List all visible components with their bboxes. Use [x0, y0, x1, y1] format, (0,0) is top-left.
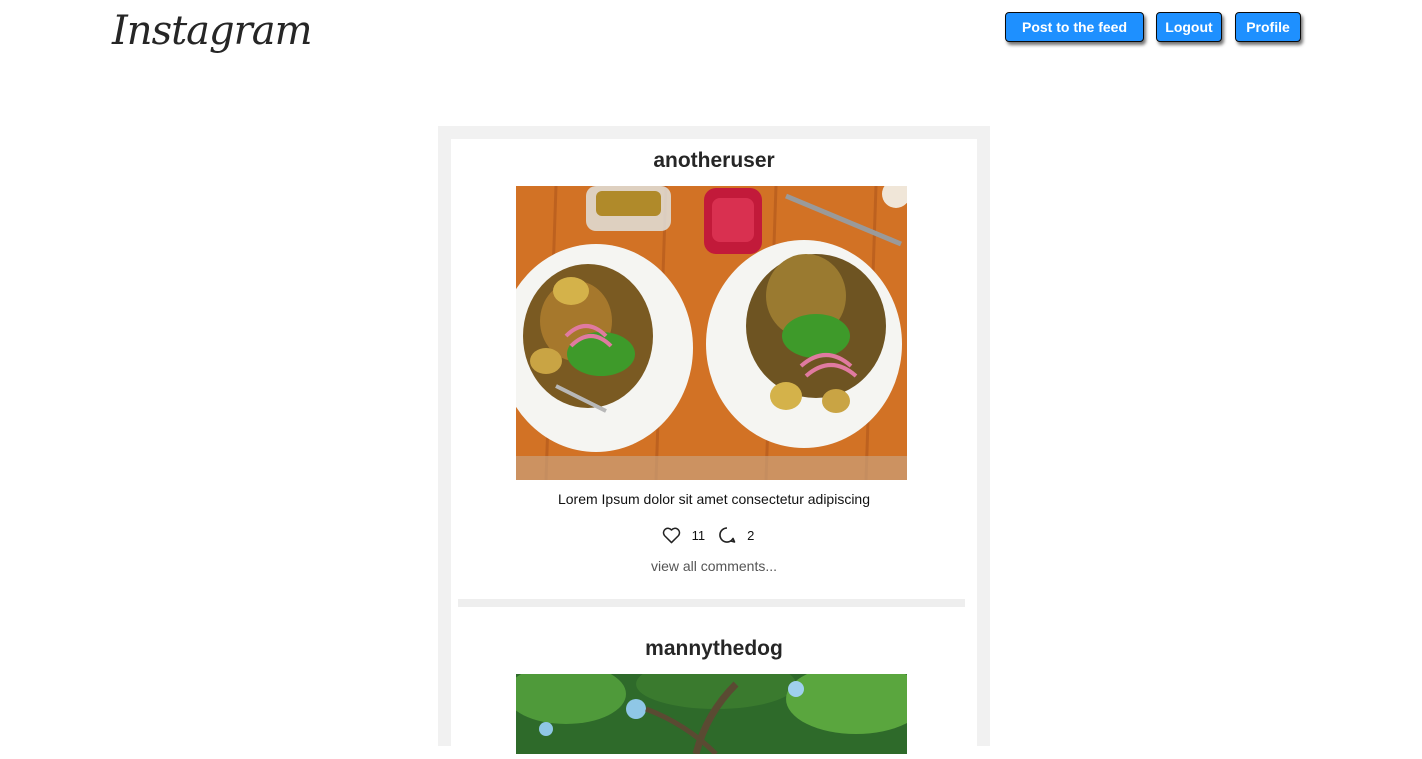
comment-count: 2: [747, 527, 755, 543]
post-stats: 11 2: [451, 525, 977, 545]
feed-list: anotheruser Lorem Ipsum dolor sit amet c…: [451, 139, 977, 759]
post-divider: [458, 599, 965, 607]
post-username[interactable]: anotheruser: [451, 149, 977, 173]
post-to-feed-button[interactable]: Post to the feed: [1005, 12, 1144, 42]
view-all-comments-link[interactable]: view all comments...: [451, 558, 977, 574]
top-header: Instagram Post to the feed Logout Profil…: [0, 0, 1422, 80]
heart-icon[interactable]: [662, 525, 682, 545]
post-image[interactable]: [516, 674, 907, 754]
like-count: 11: [691, 527, 706, 543]
post-caption: Lorem Ipsum dolor sit amet consectetur a…: [557, 491, 871, 507]
profile-button[interactable]: Profile: [1235, 12, 1301, 42]
tree-photo-icon: [516, 674, 907, 754]
feed-container: anotheruser Lorem Ipsum dolor sit amet c…: [438, 126, 990, 759]
post-image[interactable]: [516, 186, 907, 480]
logout-button[interactable]: Logout: [1156, 12, 1222, 42]
post-username[interactable]: mannythedog: [451, 637, 977, 661]
comment-icon[interactable]: [717, 525, 737, 545]
food-photo-icon: [516, 186, 907, 480]
instagram-logo[interactable]: Instagram: [112, 8, 313, 54]
